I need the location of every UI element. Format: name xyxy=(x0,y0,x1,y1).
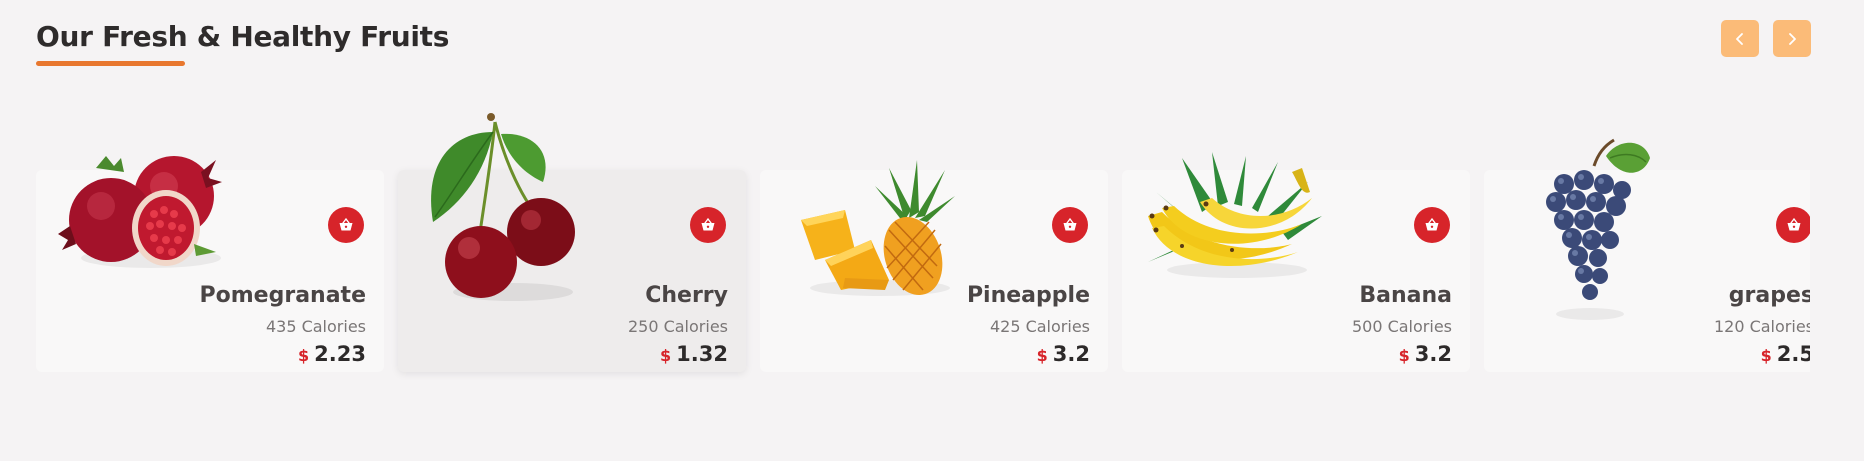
add-to-cart-button[interactable] xyxy=(1776,207,1810,243)
price-value: 3.2 xyxy=(1052,342,1090,366)
product-card-pineapple[interactable]: Pineapple 425 Calories $3.2 xyxy=(760,160,1108,372)
price-value: 3.2 xyxy=(1414,342,1452,366)
product-name: Cherry xyxy=(645,283,728,308)
product-carousel[interactable]: Pomegranate 435 Calories $2.23 Cherry 25… xyxy=(36,100,1810,380)
banana-image xyxy=(1148,152,1322,278)
pomegranate-image xyxy=(58,156,222,268)
grapes-image xyxy=(1546,138,1650,320)
product-calories: 250 Calories xyxy=(627,317,728,336)
price-value: 2.23 xyxy=(314,342,366,366)
chevron-right-icon xyxy=(1789,32,1796,45)
basket-icon xyxy=(1787,217,1801,231)
product-price: $1.32 xyxy=(660,342,728,366)
carousel-prev-button[interactable] xyxy=(1721,20,1759,57)
basket-icon xyxy=(1425,217,1439,231)
product-price: $2.23 xyxy=(298,342,366,366)
product-name: Pineapple xyxy=(966,283,1090,308)
add-to-cart-button[interactable] xyxy=(1052,207,1088,243)
currency-symbol: $ xyxy=(1760,346,1772,365)
product-calories: 425 Calories xyxy=(989,317,1090,336)
currency-symbol: $ xyxy=(1036,346,1048,365)
product-name: Pomegranate xyxy=(199,283,366,308)
add-to-cart-button[interactable] xyxy=(690,207,726,243)
cherry-image xyxy=(431,113,575,301)
price-value: 1.32 xyxy=(676,342,728,366)
add-to-cart-button[interactable] xyxy=(328,207,364,243)
title-underline xyxy=(36,61,185,66)
product-price: $2.5 xyxy=(1761,342,1810,366)
currency-symbol: $ xyxy=(1398,346,1410,365)
currency-symbol: $ xyxy=(660,346,672,365)
price-value: 2.5 xyxy=(1776,342,1810,366)
product-calories: 120 Calories xyxy=(1713,317,1810,336)
product-calories: 435 Calories xyxy=(265,317,366,336)
product-price: $3.2 xyxy=(1037,342,1090,366)
product-name: Banana xyxy=(1359,283,1452,308)
currency-symbol: $ xyxy=(298,346,310,365)
basket-icon xyxy=(1063,217,1077,231)
product-name: grapes xyxy=(1728,283,1810,308)
product-card-cherry[interactable]: Cherry 250 Calories $1.32 xyxy=(398,113,746,372)
product-card-grapes[interactable]: grapes 120 Calories $2.5 xyxy=(1484,138,1810,372)
add-to-cart-button[interactable] xyxy=(1414,207,1450,243)
basket-icon xyxy=(339,217,353,231)
basket-icon xyxy=(701,217,715,231)
product-card-pomegranate[interactable]: Pomegranate 435 Calories $2.23 xyxy=(36,156,384,372)
carousel-next-button[interactable] xyxy=(1773,20,1811,57)
product-price: $3.2 xyxy=(1399,342,1452,366)
pineapple-image xyxy=(801,160,955,296)
chevron-left-icon xyxy=(1736,32,1743,45)
product-card-banana[interactable]: Banana 500 Calories $3.2 xyxy=(1122,152,1470,372)
product-calories: 500 Calories xyxy=(1351,317,1452,336)
section-title: Our Fresh & Healthy Fruits xyxy=(36,20,450,53)
